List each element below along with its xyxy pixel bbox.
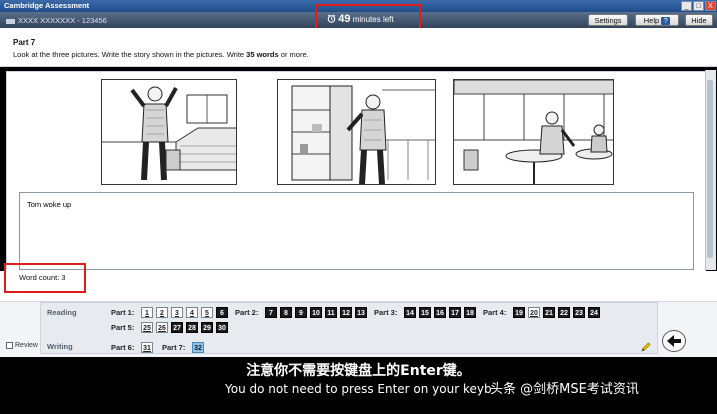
word-count-highlight-box — [4, 263, 86, 293]
watermark: 头条 @剑桥MSE考试资讯 — [490, 382, 639, 397]
candidate-icon — [6, 18, 15, 24]
scrollbar-thumb[interactable] — [707, 80, 713, 258]
reading-part-label: Part 4: — [483, 308, 507, 317]
man-waking-up-illustration — [102, 80, 236, 184]
question-32-button[interactable]: 32 — [192, 342, 204, 353]
section-writing-label: Writing — [47, 342, 73, 351]
question-28-button[interactable]: 28 — [186, 322, 198, 333]
section-reading-label: Reading — [47, 308, 77, 317]
question-9-button[interactable]: 9 — [295, 307, 307, 318]
reading-part-label: Part 2: — [235, 308, 259, 317]
question-14-button[interactable]: 14 — [404, 307, 416, 318]
question-18-button[interactable]: 18 — [464, 307, 476, 318]
writing-part-label: Part 6: — [111, 343, 135, 352]
question-13-button[interactable]: 13 — [355, 307, 367, 318]
instructions-panel — [0, 28, 717, 67]
minimize-button[interactable]: _ — [681, 1, 692, 11]
settings-button[interactable]: Settings — [588, 14, 628, 26]
question-3-button[interactable]: 3 — [171, 307, 183, 318]
question-30-button[interactable]: 30 — [216, 322, 228, 333]
subtitle-english: You do not need to press Enter on your k… — [225, 382, 492, 396]
review-label: Review — [15, 342, 38, 349]
hide-button[interactable]: Hide — [685, 14, 713, 26]
picture-1-wake-up — [101, 79, 237, 185]
man-at-fridge-illustration — [278, 80, 435, 184]
maximize-button[interactable]: □ — [693, 1, 704, 11]
question-1-button[interactable]: 1 — [141, 307, 153, 318]
help-icon: ? — [661, 17, 671, 25]
question-10-button[interactable]: 10 — [310, 307, 322, 318]
help-label: Help — [643, 16, 660, 25]
question-27-button[interactable]: 27 — [171, 322, 183, 333]
question-21-button[interactable]: 21 — [543, 307, 555, 318]
question-16-button[interactable]: 16 — [434, 307, 446, 318]
question-12-button[interactable]: 12 — [340, 307, 352, 318]
reading-part-label: Part 3: — [374, 308, 398, 317]
question-29-button[interactable]: 29 — [201, 322, 213, 333]
question-4-button[interactable]: 4 — [186, 307, 198, 318]
question-22-button[interactable]: 22 — [558, 307, 570, 318]
review-checkbox[interactable] — [6, 342, 13, 349]
candidate-text: XXXX XXXXXXX - 123456 — [18, 16, 107, 25]
subtitle-chinese: 注意你不需要按键盘上的Enter键。 — [246, 363, 471, 379]
question-25-button[interactable]: 25 — [141, 322, 153, 333]
question-7-button[interactable]: 7 — [265, 307, 277, 318]
instruction-text-end: or more. — [278, 50, 309, 59]
question-19-button[interactable]: 19 — [513, 307, 525, 318]
task-instruction: Look at the three pictures. Write the st… — [13, 50, 309, 59]
reading-part-label: Part 5: — [111, 323, 135, 332]
instruction-word-count: 35 words — [246, 50, 279, 59]
arrow-left-icon — [667, 335, 681, 347]
next-button[interactable] — [662, 330, 686, 352]
question-5-button[interactable]: 5 — [201, 307, 213, 318]
instruction-text-start: Look at the three pictures. Write the st… — [13, 50, 247, 59]
part-title: Part 7 — [13, 38, 36, 47]
question-2-button[interactable]: 2 — [156, 307, 168, 318]
question-15-button[interactable]: 15 — [419, 307, 431, 318]
close-button[interactable]: X — [705, 1, 716, 11]
picture-3-cafe — [453, 79, 614, 185]
question-31-button[interactable]: 31 — [141, 342, 153, 353]
question-8-button[interactable]: 8 — [280, 307, 292, 318]
question-11-button[interactable]: 11 — [325, 307, 337, 318]
timer-highlight-box — [315, 4, 421, 30]
question-26-button[interactable]: 26 — [156, 322, 168, 333]
writing-part-label: Part 7: — [162, 343, 186, 352]
reading-part-label: Part 1: — [111, 308, 135, 317]
content-lower-area — [0, 271, 717, 301]
candidate-info: XXXX XXXXXXX - 123456 — [6, 16, 107, 25]
window-title: Cambridge Assessment — [4, 1, 90, 10]
question-23-button[interactable]: 23 — [573, 307, 585, 318]
answer-textarea[interactable] — [19, 192, 694, 270]
question-20-button[interactable]: 20 — [528, 307, 540, 318]
question-24-button[interactable]: 24 — [588, 307, 600, 318]
question-6-button[interactable]: 6 — [216, 307, 228, 318]
man-in-cafe-illustration — [454, 80, 613, 184]
picture-2-fridge — [277, 79, 436, 185]
pencil-icon[interactable] — [641, 341, 652, 352]
help-button[interactable]: Help ? — [635, 14, 679, 26]
question-17-button[interactable]: 17 — [449, 307, 461, 318]
